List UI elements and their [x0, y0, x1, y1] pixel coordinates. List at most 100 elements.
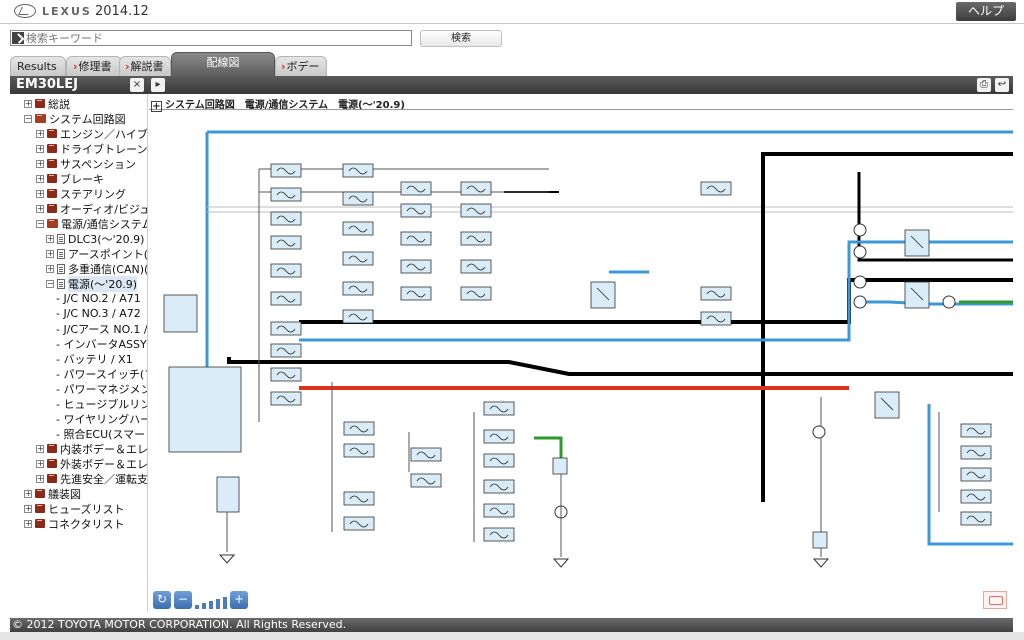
- diagram-title-bar: + システム回路図 電源/通信システム 電源(〜'20.9): [149, 96, 1013, 112]
- zoom-level-bar: [216, 599, 220, 609]
- help-button[interactable]: ヘルプ: [956, 2, 1016, 21]
- tree-item-outfitting[interactable]: + 艤装図: [24, 486, 81, 501]
- connector-circle: [812, 425, 826, 439]
- expand-icon[interactable]: +: [36, 174, 44, 183]
- tree-item-overview[interactable]: + 総説: [24, 96, 70, 111]
- chevron-right-icon: ›: [125, 60, 130, 73]
- tree-item-power-management[interactable]: - パワーマネジメント: [56, 381, 147, 396]
- next-button[interactable]: ▸: [151, 78, 165, 92]
- expand-icon[interactable]: +: [36, 129, 44, 138]
- tree-item-fuse-list[interactable]: + ヒューズリスト: [24, 501, 124, 516]
- tree-item-label: 先進安全／運転支援: [60, 472, 148, 486]
- tree-item-label: エンジン／ハイブリッ: [60, 127, 148, 141]
- tree-item-jc-no2[interactable]: - J/C NO.2 / A71: [56, 291, 141, 306]
- tree-item-wiring-harness[interactable]: - ワイヤリングハーネ: [56, 411, 147, 426]
- expand-icon[interactable]: +: [151, 101, 162, 112]
- tab-label: ボデー: [286, 60, 320, 73]
- tree-item-jc-no3[interactable]: - J/C NO.3 / A72: [56, 306, 141, 321]
- tree-item-ground-points[interactable]: + アースポイント(〜: [46, 246, 148, 261]
- tree-item-system-circuit[interactable]: − システム回路図: [24, 111, 126, 126]
- book-icon: [47, 129, 57, 138]
- comment-icon[interactable]: [983, 591, 1007, 609]
- exit-icon[interactable]: ↩: [995, 78, 1009, 92]
- tree-item-steering[interactable]: + ステアリング: [36, 186, 126, 201]
- zoom-level-bar: [195, 605, 199, 609]
- tree-item-jc-earth-no1[interactable]: - J/Cアース NO.1 / A: [56, 321, 147, 336]
- tree-item-engine[interactable]: + エンジン／ハイブリッ: [36, 126, 148, 141]
- expand-icon[interactable]: +: [24, 504, 32, 513]
- expand-icon[interactable]: +: [24, 519, 32, 528]
- arrow-right-icon: [12, 32, 24, 44]
- tree-item-label: - J/C NO.2 / A71: [56, 292, 141, 305]
- tree-item-inverter[interactable]: - インバータASSY(コ: [56, 336, 147, 351]
- expand-icon[interactable]: +: [24, 489, 32, 498]
- tab-wiring-diagram[interactable]: 配線図: [171, 52, 275, 76]
- expand-icon[interactable]: +: [36, 204, 44, 213]
- tab-repair-manual[interactable]: ›修理書: [66, 56, 122, 76]
- expand-icon[interactable]: +: [36, 459, 44, 468]
- document-icon: [57, 263, 65, 274]
- expand-icon[interactable]: +: [24, 99, 32, 108]
- search-input[interactable]: [26, 31, 406, 45]
- expand-icon[interactable]: +: [36, 444, 44, 453]
- tree-item-suspension[interactable]: + サスペンション: [36, 156, 136, 171]
- tree-item-battery[interactable]: - バッテリ / X1: [56, 351, 133, 366]
- reset-view-button[interactable]: ↻: [153, 591, 171, 609]
- tab-explanation[interactable]: ›解説書: [119, 56, 171, 76]
- wire-green: [534, 436, 563, 460]
- expand-icon[interactable]: +: [46, 264, 54, 273]
- diagram-title: システム回路図 電源/通信システム 電源(〜'20.9): [165, 100, 405, 111]
- tree-item-label: ステアリング: [60, 187, 126, 201]
- connector-circle: [853, 223, 867, 237]
- expand-icon[interactable]: +: [36, 474, 44, 483]
- collapse-icon[interactable]: −: [24, 114, 32, 123]
- tree-item-power-switch[interactable]: - パワースイッチ(プッ: [56, 366, 147, 381]
- tree-item-label: 電源(〜'20.9): [68, 275, 138, 292]
- tree-item-label: アースポイント(〜: [68, 247, 148, 261]
- print-icon[interactable]: ⎙: [977, 78, 991, 92]
- expand-icon[interactable]: +: [36, 189, 44, 198]
- tree-item-power-supply[interactable]: − 電源(〜'20.9): [46, 275, 138, 292]
- tree-item-power-communication[interactable]: − 電源/通信システム: [36, 216, 147, 231]
- expand-icon[interactable]: +: [46, 234, 54, 243]
- brand: LEXUS: [14, 4, 92, 18]
- tree-item-connector-list[interactable]: + コネクタリスト: [24, 516, 125, 531]
- expand-icon[interactable]: +: [36, 144, 44, 153]
- tree-item-label: ブレーキ: [60, 172, 104, 186]
- tab-body[interactable]: ›ボデー: [275, 56, 327, 76]
- expand-icon[interactable]: +: [36, 159, 44, 168]
- battery-box: [216, 476, 240, 513]
- tree-item-can[interactable]: + 多重通信(CAN)(〜: [46, 261, 147, 276]
- book-icon: [47, 474, 57, 483]
- tree-item-drivetrain[interactable]: + ドライブトレーン: [36, 141, 147, 156]
- tab-bar: Results ›修理書 ›解説書 配線図 ›ボデー: [0, 52, 1024, 76]
- tree-item-brake[interactable]: + ブレーキ: [36, 171, 104, 186]
- tab-results[interactable]: Results: [10, 56, 66, 76]
- tree-item-exterior[interactable]: + 外装ボデー＆エレク: [36, 456, 147, 471]
- connector-circle: [853, 245, 867, 259]
- tree-item-adas[interactable]: + 先進安全／運転支援: [36, 471, 148, 486]
- tree-item-label: - パワースイッチ(プッ: [56, 367, 147, 381]
- tree-item-interior[interactable]: + 内装ボデー＆エレク: [36, 441, 147, 456]
- relay-box: [874, 391, 900, 419]
- close-button[interactable]: ×: [130, 78, 144, 92]
- wire-black: [857, 172, 1013, 262]
- book-icon: [47, 189, 57, 198]
- wiring-diagram[interactable]: [149, 112, 1013, 612]
- tree-item-dlc3[interactable]: + DLC3(〜'20.9): [46, 231, 144, 246]
- zoom-in-button[interactable]: +: [230, 591, 248, 609]
- ground-symbol: [218, 554, 236, 564]
- collapse-icon[interactable]: −: [36, 219, 44, 228]
- collapse-icon[interactable]: −: [46, 279, 54, 288]
- tree-item-verification-ecu[interactable]: - 照合ECU(スマート: [56, 426, 147, 441]
- expand-icon[interactable]: +: [46, 249, 54, 258]
- search-button[interactable]: 検索: [420, 30, 502, 47]
- tree-item-label: ヒューズリスト: [48, 502, 125, 516]
- document-icon: [57, 248, 65, 259]
- book-icon: [35, 519, 45, 528]
- tree-item-audio-visual[interactable]: + オーディオ/ビジュア: [36, 201, 147, 216]
- connector-box: [812, 531, 828, 549]
- tree-item-fusible-link[interactable]: - ヒュージブルリンク: [56, 396, 147, 411]
- zoom-out-button[interactable]: −: [174, 591, 192, 609]
- chevron-right-icon: ›: [281, 60, 286, 73]
